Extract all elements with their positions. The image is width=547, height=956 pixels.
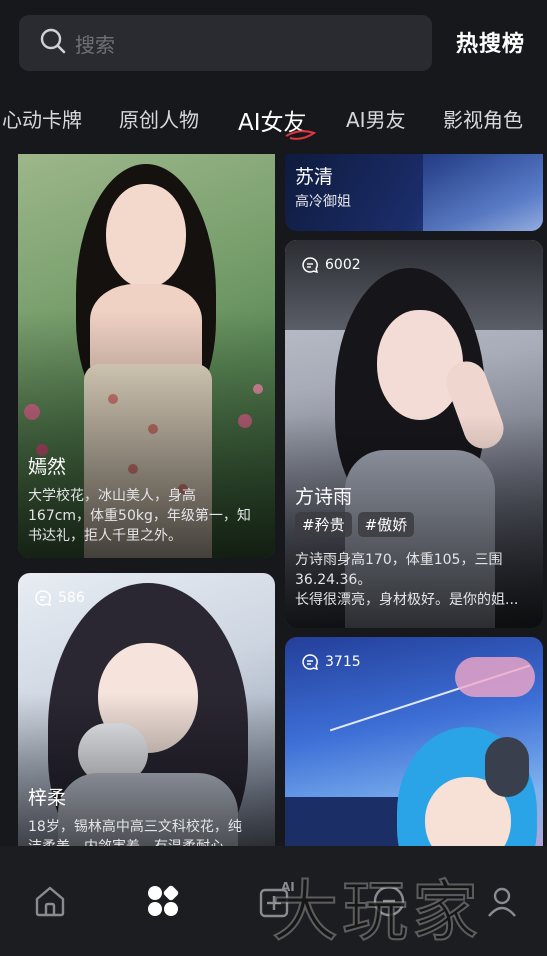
chat-bubble-icon — [35, 590, 52, 607]
character-card[interactable]: 嫣然 大学校花，冰山美人，身高 167cm，体重50kg，年级第一，知 书达礼，… — [18, 154, 275, 558]
chat-count: 3715 — [301, 653, 361, 671]
character-name: 梓柔 — [28, 787, 67, 809]
profile-icon[interactable] — [485, 884, 519, 918]
chat-bubble-icon — [302, 654, 319, 671]
chat-count: 586 — [34, 589, 85, 607]
active-tab-underline — [285, 130, 316, 140]
character-name: 嫣然 — [28, 456, 67, 478]
tab-heart-cards[interactable]: 心动卡牌 — [2, 104, 82, 133]
chat-count: 6002 — [301, 256, 361, 274]
character-description: 方诗雨身高170，体重105，三围 36.24.36。 长得很漂亮，身材极好。是… — [295, 552, 519, 608]
home-icon[interactable] — [33, 884, 67, 918]
character-card[interactable]: 586 梓柔 18岁，锡林高中高三文科校花，纯 洁柔美，内敛害羞，有温柔耐心..… — [18, 573, 275, 846]
search-placeholder: 搜索 — [75, 32, 115, 57]
character-description: 大学校花，冰山美人，身高 167cm，体重50kg，年级第一，知 书达礼，拒人千… — [28, 488, 251, 544]
search-bar[interactable]: 搜索 — [19, 15, 432, 71]
search-icon — [39, 27, 67, 59]
tab-original-characters[interactable]: 原创人物 — [119, 104, 199, 133]
character-card[interactable]: 苏清 高冷御姐 — [285, 154, 543, 231]
tag-badge: #矜贵 — [295, 512, 352, 537]
character-card[interactable]: 6002 方诗雨 #矜贵 #傲娇 方诗雨身高170，体重105，三围 36.24.… — [285, 240, 543, 628]
character-name: 方诗雨 — [295, 486, 353, 508]
character-card[interactable]: 3715 — [285, 637, 543, 846]
character-feed[interactable]: 嫣然 大学校花，冰山美人，身高 167cm，体重50kg，年级第一，知 书达礼，… — [0, 154, 547, 846]
character-description: 18岁，锡林高中高三文科校花，纯 洁柔美，内敛害羞，有温柔耐心... — [28, 819, 242, 846]
tag-badge: #傲娇 — [357, 512, 415, 537]
discover-icon[interactable] — [146, 884, 180, 918]
character-tags: #矜贵 #傲娇 — [295, 512, 420, 537]
chat-bubble-icon — [302, 257, 319, 274]
watermark: 大玩家 — [271, 872, 482, 951]
character-image — [423, 154, 543, 231]
character-description: 高冷御姐 — [295, 194, 351, 210]
category-tabs: 心动卡牌 原创人物 AI女友 AI男友 影视角色 — [0, 100, 547, 140]
tab-ai-boyfriend[interactable]: AI男友 — [346, 104, 406, 133]
hot-search-button[interactable]: 热搜榜 — [456, 26, 525, 58]
character-name: 苏清 — [295, 166, 334, 188]
tab-film-characters[interactable]: 影视角色 — [443, 104, 523, 133]
